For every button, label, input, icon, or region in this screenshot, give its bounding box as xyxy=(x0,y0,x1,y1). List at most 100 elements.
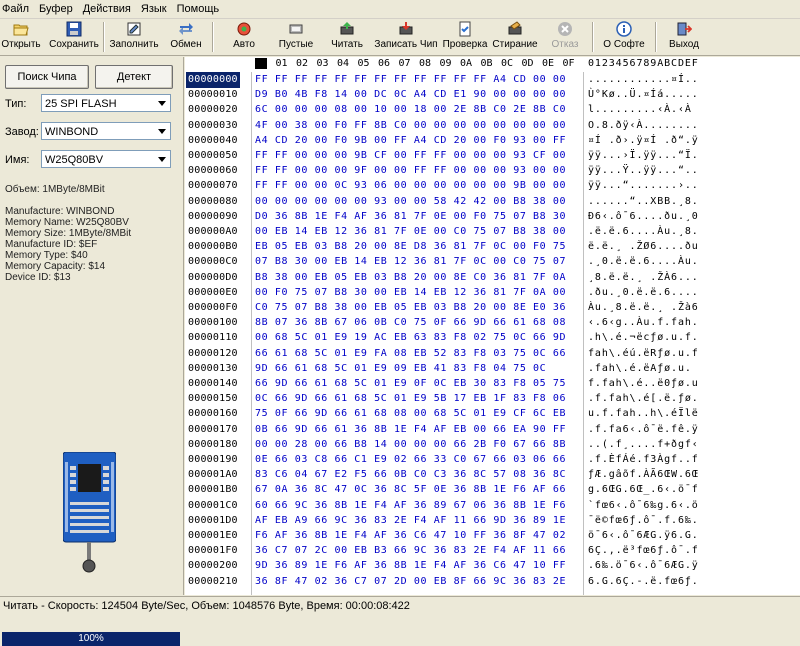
exit-button[interactable]: Выход xyxy=(664,19,704,55)
hex-row[interactable]: 00000030 4F 00 38 00 F0 FF 8B C0 00 00 00… xyxy=(185,118,800,134)
toolbar-separator xyxy=(212,22,214,52)
info-memory-type: Memory Type: $40 xyxy=(5,250,88,261)
hex-row[interactable]: 00000180 00 00 28 00 66 B8 14 00 00 00 66… xyxy=(185,437,800,453)
menu-language[interactable]: Язык xyxy=(136,0,172,16)
hex-editor[interactable]: 00 01 02 03 04 05 06 07 08 09 0A 0B 0C 0D 0E 0F 01234567… xyxy=(185,57,800,595)
hex-row[interactable]: 00000040 A4 CD 20 00 F0 9B 00 FF A4 CD 20… xyxy=(185,133,800,149)
hex-row[interactable]: 000000F0 C0 75 07 B8 38 00 EB 05 EB 03 B8… xyxy=(185,300,800,316)
row-address: 00000010 xyxy=(188,89,238,101)
hex-row[interactable]: 000001A0 83 C6 04 67 E2 F5 66 0B C0 C3 36… xyxy=(185,467,800,483)
hex-row[interactable]: 00000200 9D 36 89 1E F6 AF 36 8B 1E F4 AF… xyxy=(185,558,800,574)
row-bytes: 0B 66 9D 66 61 36 8B 1E F4 AF EB 00 66 E… xyxy=(255,423,567,435)
menu-file[interactable]: Файл xyxy=(0,0,34,16)
about-button[interactable]: О Софте xyxy=(600,19,648,55)
hex-row[interactable]: 00000170 0B 66 9D 66 61 36 8B 1E F4 AF EB… xyxy=(185,422,800,438)
hex-row[interactable]: 00000120 66 61 68 5C 01 E9 FA 08 EB 52 83… xyxy=(185,346,800,362)
hex-row[interactable]: 00000020 6C 00 00 00 08 00 10 00 18 00 2E… xyxy=(185,102,800,118)
hex-row[interactable]: 00000130 9D 66 61 68 5C 01 E9 09 EB 41 83… xyxy=(185,361,800,377)
type-select[interactable]: 25 SPI FLASH xyxy=(41,94,171,112)
blank-check-button[interactable]: Пустые xyxy=(273,19,319,55)
hex-row[interactable]: 00000100 8B 07 36 8B 67 06 0B C0 75 0F 66… xyxy=(185,315,800,331)
verify-button[interactable]: Проверка xyxy=(441,19,489,55)
row-ascii: .fah\.é.ëAƒø.u. xyxy=(588,362,692,374)
hex-col-header: 01 xyxy=(275,58,288,69)
hex-row[interactable]: 00000060 FF FF 00 00 00 9F 00 00 FF FF 00… xyxy=(185,163,800,179)
hex-row[interactable]: 00000000 FF FF FF FF FF FF FF FF FF FF FF… xyxy=(185,72,800,88)
hex-row[interactable]: 00000050 FF FF 00 00 00 9B CF 00 FF FF 00… xyxy=(185,148,800,164)
save-disk-icon xyxy=(66,21,82,37)
vendor-select[interactable]: WINBOND xyxy=(41,122,171,140)
row-address: 00000120 xyxy=(188,347,238,359)
row-address: 000000F0 xyxy=(188,302,238,313)
blank-check-icon xyxy=(289,24,303,34)
chip-name-select[interactable]: W25Q80BV xyxy=(41,150,171,168)
hex-row[interactable]: 00000160 75 0F 66 9D 66 61 68 08 00 68 5C… xyxy=(185,406,800,422)
row-ascii: ......“..XBB.¸8. xyxy=(588,195,699,207)
row-address: 00000060 xyxy=(188,165,238,177)
row-bytes: D9 B0 4B F8 14 00 DC 0C A4 CD E1 90 00 0… xyxy=(255,89,567,101)
hex-row[interactable]: 000001D0 AF EB A9 66 9C 36 83 2E F4 AF 11… xyxy=(185,513,800,529)
write-chip-button[interactable]: Записать Чип xyxy=(374,19,438,55)
hex-row[interactable]: 000000E0 00 F0 75 07 B8 30 00 EB 14 EB 12… xyxy=(185,285,800,301)
cancel-icon xyxy=(558,22,572,36)
read-button[interactable]: Читать xyxy=(325,19,369,55)
progress-text: 100% xyxy=(78,633,104,644)
hex-row[interactable]: 00000190 0E 66 03 C8 66 C1 E9 02 66 33 C0… xyxy=(185,452,800,468)
hex-row[interactable]: 000001B0 67 0A 36 8C 47 0C 36 8C 5F 0E 36… xyxy=(185,482,800,498)
save-button[interactable]: Сохранить xyxy=(48,19,100,55)
hex-row[interactable]: 000001E0 F6 AF 36 8B 1E F4 AF 36 C6 47 10… xyxy=(185,528,800,544)
search-chip-button[interactable]: Поиск Чипа xyxy=(5,65,89,89)
swap-arrows-icon xyxy=(179,23,193,35)
cancel-button[interactable]: Отказ xyxy=(545,19,585,55)
row-ascii: g.6ŒG.6Œ_.6‹.ö¯f xyxy=(588,484,699,496)
menu-actions[interactable]: Действия xyxy=(78,0,136,16)
row-bytes: 9D 66 61 68 5C 01 E9 09 EB 41 83 F8 04 7… xyxy=(255,362,547,374)
row-bytes: FF FF FF FF FF FF FF FF FF FF FF FF A4 C… xyxy=(255,74,567,85)
row-ascii: ‹.6‹g..Àu.f.fah. xyxy=(588,317,699,329)
menu-help[interactable]: Помощь xyxy=(172,0,225,16)
row-address: 00000070 xyxy=(188,180,238,192)
row-bytes: 4F 00 38 00 F0 FF 8B C0 00 00 00 00 00 0… xyxy=(255,119,567,131)
hex-row[interactable]: 00000070 FF FF 00 00 0C 93 06 00 00 00 00… xyxy=(185,178,800,194)
hex-row[interactable]: 00000210 36 8F 47 02 36 C7 07 2D 00 EB 8F… xyxy=(185,574,800,590)
row-ascii: .f.fah\.é[.ë.ƒø. xyxy=(588,393,699,405)
hex-row[interactable]: 00000010 D9 B0 4B F8 14 00 DC 0C A4 CD E1… xyxy=(185,87,800,103)
hex-row[interactable]: 000000C0 07 B8 30 00 EB 14 EB 12 36 81 7F… xyxy=(185,254,800,270)
hex-row[interactable]: 00000150 0C 66 9D 66 61 68 5C 01 E9 5B 17… xyxy=(185,391,800,407)
open-button[interactable]: Открыть xyxy=(0,19,42,55)
erase-button[interactable]: Стирание xyxy=(492,19,538,55)
fill-button[interactable]: Заполнить xyxy=(108,19,160,55)
row-address: 00000130 xyxy=(188,362,238,374)
info-device-id: Device ID: $13 xyxy=(5,272,71,283)
row-bytes: 00 68 5C 01 E9 19 AC EB 63 83 F8 02 75 0… xyxy=(255,332,567,344)
verify-icon xyxy=(459,21,471,37)
swap-button[interactable]: Обмен xyxy=(165,19,207,55)
hex-col-header: 0B xyxy=(480,58,493,69)
hex-row[interactable]: 00000140 66 9D 66 61 68 5C 01 E9 0F 0C EB… xyxy=(185,376,800,392)
hex-row[interactable]: 00000080 00 00 00 00 00 00 93 00 00 58 42… xyxy=(185,194,800,210)
hex-row[interactable]: 000001F0 36 C7 07 2C 00 EB B3 66 9C 36 83… xyxy=(185,543,800,559)
row-bytes: 00 00 00 00 00 00 93 00 00 58 42 42 00 B… xyxy=(255,195,567,207)
hex-row[interactable]: 000001C0 60 66 9C 36 8B 1E F4 AF 36 89 67… xyxy=(185,498,800,514)
row-address: 00000090 xyxy=(188,210,238,222)
row-ascii: ÿÿ...Ÿ..ÿÿ...“.. xyxy=(588,165,699,177)
row-address: 000001C0 xyxy=(188,499,238,511)
menu-buffer[interactable]: Буфер xyxy=(34,0,78,16)
chip-name-select-value: W25Q80BV xyxy=(45,154,104,166)
info-memory-capacity: Memory Capacity: $14 xyxy=(5,261,106,272)
erase-icon xyxy=(508,21,522,35)
hex-row[interactable]: 000000B0 EB 05 EB 03 B8 20 00 8E D8 36 81… xyxy=(185,239,800,255)
row-bytes: 36 8F 47 02 36 C7 07 2D 00 EB 8F 66 9C 3… xyxy=(255,575,567,587)
detect-button[interactable]: Детект xyxy=(95,65,173,89)
hex-row[interactable]: 000000A0 00 EB 14 EB 12 36 81 7F 0E 00 C0… xyxy=(185,224,800,240)
hex-row[interactable]: 00000110 00 68 5C 01 E9 19 AC EB 63 83 F8… xyxy=(185,330,800,346)
auto-button[interactable]: Авто xyxy=(226,19,262,55)
chevron-down-icon xyxy=(156,97,168,109)
row-address: 00000100 xyxy=(188,317,238,329)
type-select-value: 25 SPI FLASH xyxy=(45,98,117,110)
row-ascii: ÿÿ...›Ï.ÿÿ...“Ï. xyxy=(588,150,699,161)
hex-row[interactable]: 00000090 D0 36 8B 1E F4 AF 36 81 7F 0E 00… xyxy=(185,209,800,225)
hex-row[interactable]: 000000D0 B8 38 00 EB 05 EB 03 B8 20 00 8E… xyxy=(185,270,800,286)
row-address: 000000A0 xyxy=(188,226,238,237)
row-bytes: FF FF 00 00 00 9B CF 00 FF FF 00 00 00 9… xyxy=(255,150,567,161)
